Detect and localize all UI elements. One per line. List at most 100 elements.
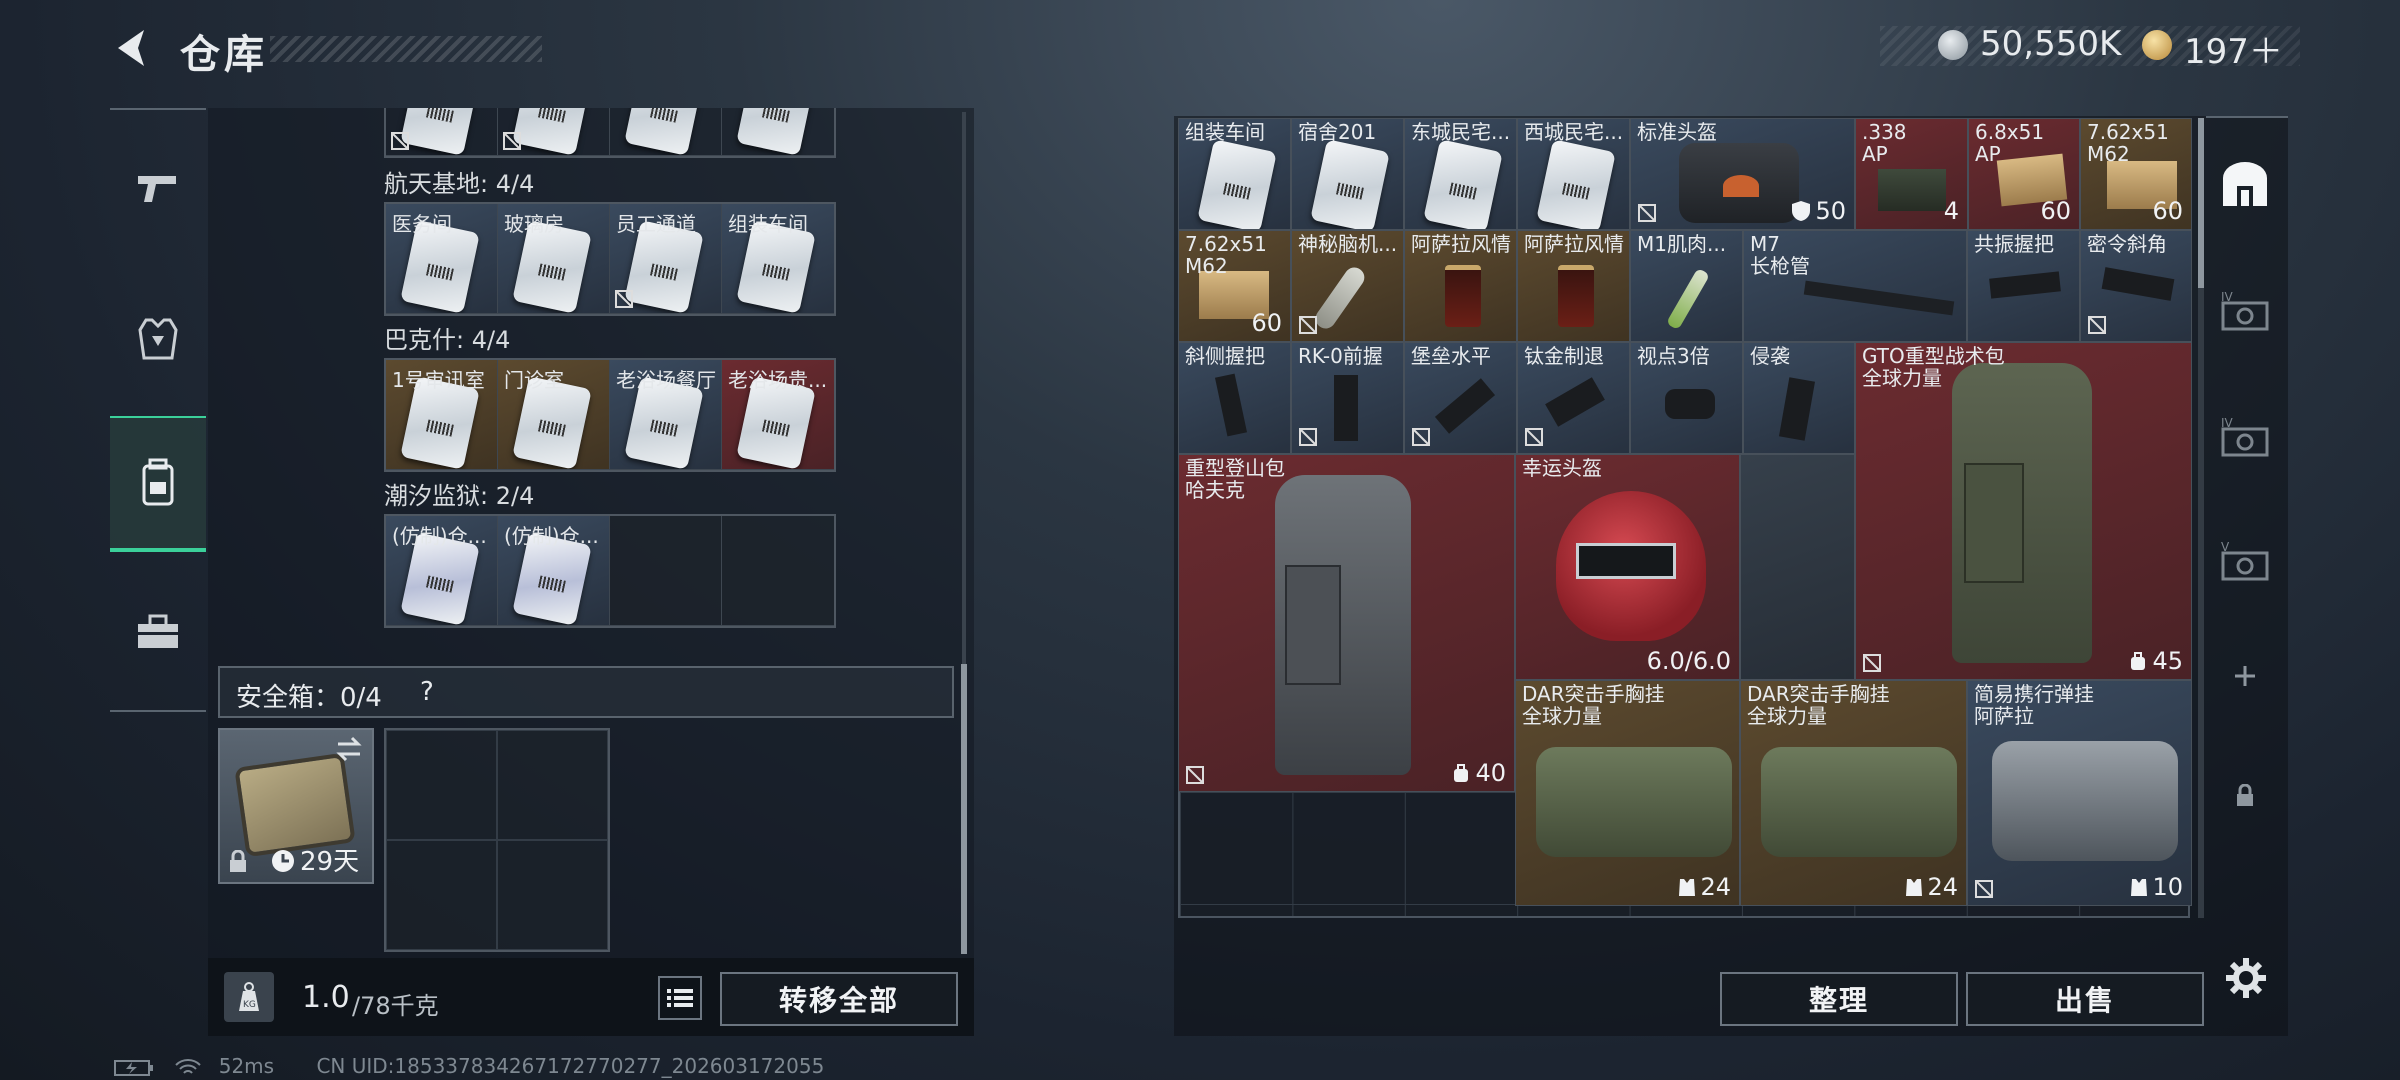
- stash-item[interactable]: 重型登山包 哈夫克 40: [1178, 454, 1515, 792]
- stash-item[interactable]: 神秘脑机...: [1291, 230, 1404, 342]
- empty-slot[interactable]: [497, 730, 608, 840]
- grid-cell[interactable]: [386, 108, 498, 156]
- empty-slot[interactable]: [386, 840, 497, 950]
- barrel-image: [1803, 280, 1955, 316]
- key-card-cell[interactable]: 医务间: [386, 204, 498, 314]
- key-card-cell[interactable]: 门诊室: [498, 360, 610, 470]
- stash-item[interactable]: 6.8x51 AP 60: [1968, 118, 2080, 230]
- scrollbar-thumb[interactable]: [961, 664, 967, 954]
- stash-item[interactable]: 视点3倍: [1630, 342, 1743, 454]
- helmet-logo: [1723, 175, 1759, 197]
- stash-item[interactable]: M7 长枪管: [1743, 230, 1967, 342]
- divider: [2206, 116, 2288, 118]
- empty-slot[interactable]: [610, 516, 722, 626]
- transfer-all-button[interactable]: 转移全部: [720, 972, 958, 1026]
- grid-cell[interactable]: [722, 108, 834, 156]
- tab-expansion-5[interactable]: V: [2200, 516, 2290, 606]
- stash-item[interactable]: 堡垒水平: [1404, 342, 1517, 454]
- nav-weapons[interactable]: [110, 140, 206, 236]
- stash-item[interactable]: 幸运头盔 6.0/6.0: [1515, 454, 1740, 680]
- no-insure-icon: [1525, 428, 1543, 446]
- stash-item[interactable]: DAR突击手胸挂 全球力量 24: [1740, 680, 1967, 906]
- stash-item[interactable]: RK-0前握: [1291, 342, 1404, 454]
- grip-image: [1778, 377, 1816, 441]
- lock-icon: [230, 850, 246, 872]
- no-insure-icon: [2088, 316, 2106, 334]
- stash-item[interactable]: GTO重型战术包 全球力量 45: [1855, 342, 2192, 680]
- stash-item[interactable]: DAR突击手胸挂 全球力量 24: [1515, 680, 1740, 906]
- stash-item[interactable]: 简易携行弹挂 阿萨拉 10: [1967, 680, 2192, 906]
- sell-button[interactable]: 出售: [1966, 972, 2204, 1026]
- no-insure-icon: [1638, 204, 1656, 222]
- empty-slot[interactable]: [1740, 454, 1855, 680]
- stash-item[interactable]: 7.62x51 M62 60: [1178, 230, 1291, 342]
- nav-backpack[interactable]: [110, 416, 206, 552]
- stash-item[interactable]: 组装车间: [1178, 118, 1291, 230]
- tab-main-stash[interactable]: [2200, 136, 2290, 236]
- tab-expansion-4[interactable]: IV: [2200, 266, 2290, 356]
- empty-slot[interactable]: [722, 516, 834, 626]
- key-card-cell[interactable]: 玻璃房: [498, 204, 610, 314]
- no-insure-icon: [615, 290, 633, 308]
- stash-item[interactable]: 侵袭: [1743, 342, 1855, 454]
- nav-armor[interactable]: [110, 290, 206, 386]
- key-card-cell[interactable]: 老浴场贵...: [722, 360, 834, 470]
- stash-item[interactable]: 标准头盔 50: [1630, 118, 1855, 230]
- tab-expansion-4b[interactable]: IV: [2200, 392, 2290, 482]
- key-card-cell[interactable]: 组装车间: [722, 204, 834, 314]
- empty-slot[interactable]: [386, 730, 497, 840]
- stash-item[interactable]: 东城民宅...: [1404, 118, 1517, 230]
- add-tab-button[interactable]: [2200, 636, 2290, 716]
- stash-item[interactable]: 阿萨拉风情: [1517, 230, 1630, 342]
- stash-item[interactable]: 7.62x51 M62 60: [2080, 118, 2192, 230]
- swap-icon[interactable]: [334, 736, 364, 762]
- capacity-icon: [2131, 652, 2146, 670]
- key-card-cell[interactable]: (仿制)仓...: [386, 516, 498, 626]
- empty-slot[interactable]: [497, 840, 608, 950]
- gold-amount[interactable]: 197＋: [2184, 24, 2283, 73]
- vest-capacity-icon: [2131, 879, 2148, 896]
- stash-item[interactable]: 密令斜角: [2080, 230, 2192, 342]
- lock-icon: [2237, 784, 2253, 806]
- no-insure-icon: [1299, 428, 1317, 446]
- scope-image: [1665, 389, 1715, 419]
- pistol-icon: [138, 176, 176, 202]
- stash-item[interactable]: 斜侧握把: [1178, 342, 1291, 454]
- ammo-box-image: [1878, 169, 1946, 211]
- stash-item[interactable]: 钛金制退: [1517, 342, 1630, 454]
- key-grid: 1号审讯室 门诊室 老浴场餐厅 老浴场贵...: [384, 358, 836, 472]
- settings-gear-icon[interactable]: [2224, 956, 2268, 1000]
- kg-weight-icon: KG: [239, 982, 259, 1011]
- key-card-cell[interactable]: 员工通道: [610, 204, 722, 314]
- no-insure-icon: [391, 132, 409, 150]
- svg-text:IV: IV: [2221, 290, 2234, 304]
- key-card-cell[interactable]: 1号审讯室: [386, 360, 498, 470]
- armor-vest-icon: [138, 318, 178, 360]
- stash-item[interactable]: M1肌肉...: [1630, 230, 1743, 342]
- vest-capacity-icon: [1679, 879, 1696, 896]
- list-view-button[interactable]: [658, 976, 702, 1020]
- stash-item[interactable]: 共振握把: [1967, 230, 2080, 342]
- grid-cell[interactable]: [610, 108, 722, 156]
- chest-rig-image: [1536, 747, 1732, 857]
- help-icon[interactable]: ?: [420, 677, 434, 707]
- key-card-cell[interactable]: 老浴场餐厅: [610, 360, 722, 470]
- safebox-item[interactable]: 29天: [218, 728, 374, 884]
- key-card-cell[interactable]: (仿制)仓...: [498, 516, 610, 626]
- back-arrow-icon[interactable]: [110, 24, 158, 72]
- safebox-grid: [384, 728, 610, 952]
- weight-value: 1.0: [302, 980, 350, 1015]
- stash-item[interactable]: 阿萨拉风情: [1404, 230, 1517, 342]
- grid-cell[interactable]: [498, 108, 610, 156]
- uid-text: CN UID:185337834267172770277_20260317205…: [316, 1054, 825, 1078]
- section-title: 航天基地: 4/4: [384, 170, 535, 198]
- stash-item[interactable]: .338 AP 4: [1855, 118, 1968, 230]
- sort-button[interactable]: 整理: [1720, 972, 1958, 1026]
- stash-item[interactable]: 西城民宅...: [1517, 118, 1630, 230]
- nav-tools[interactable]: [110, 584, 206, 680]
- ping-text: 52ms: [218, 1054, 275, 1078]
- stash-item[interactable]: 宿舍201: [1291, 118, 1404, 230]
- shield-icon: [1792, 201, 1811, 221]
- weight-bar: KG 1.0 /78千克 转移全部: [208, 958, 974, 1036]
- safebox-days: 29天: [300, 847, 360, 877]
